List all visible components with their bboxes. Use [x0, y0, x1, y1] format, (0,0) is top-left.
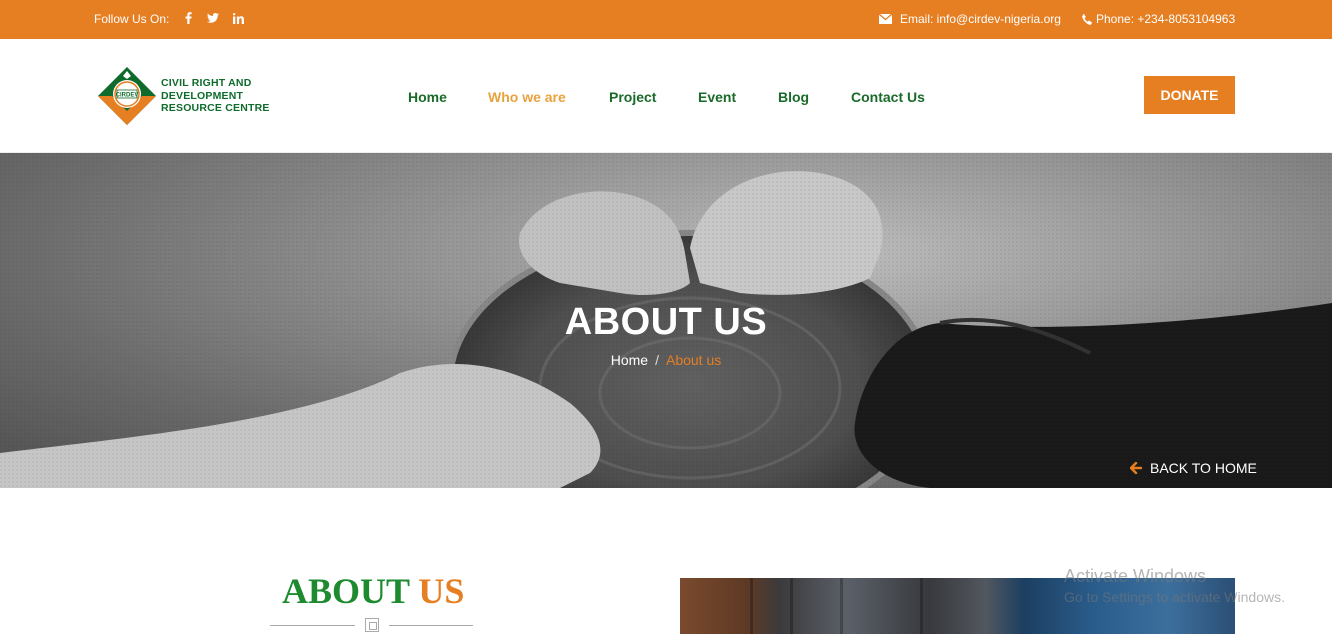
- donate-button[interactable]: DONATE: [1144, 76, 1235, 114]
- photo-detail: [750, 578, 753, 634]
- back-to-home-link[interactable]: BACK TO HOME: [1130, 460, 1257, 476]
- about-us-heading: ABOUT US: [282, 570, 464, 612]
- hero-banner: ABOUT US Home / About us BACK TO HOME: [0, 153, 1332, 488]
- back-to-home-label: BACK TO HOME: [1150, 460, 1257, 476]
- twitter-icon[interactable]: [206, 11, 219, 25]
- breadcrumb-separator: /: [655, 352, 659, 368]
- nav-who-we-are[interactable]: Who we are: [488, 89, 566, 105]
- nav-contact-us[interactable]: Contact Us: [851, 89, 925, 105]
- heading-divider: [270, 618, 473, 632]
- envelope-icon: [879, 14, 892, 24]
- logo-line-1: CIVIL RIGHT AND: [161, 77, 252, 89]
- about-heading-part2: US: [418, 571, 465, 611]
- photo-detail: [790, 578, 793, 634]
- nav-event[interactable]: Event: [698, 89, 736, 105]
- photo-detail: [920, 578, 923, 634]
- watermark-title: Activate Windows: [1064, 566, 1207, 586]
- os-activation-watermark: Activate Windows Go to Settings to activ…: [1064, 566, 1285, 605]
- follow-us-label: Follow Us On:: [94, 12, 170, 26]
- photo-detail: [840, 578, 843, 634]
- email-text: Email: info@cirdev-nigeria.org: [900, 12, 1061, 26]
- divider-line-right: [389, 625, 473, 626]
- main-nav: Home Who we are Project Event Blog Conta…: [0, 89, 1332, 105]
- phone-icon: [1082, 13, 1092, 25]
- nav-project[interactable]: Project: [609, 89, 656, 105]
- phone-text: Phone: +234-8053104963: [1096, 12, 1236, 26]
- divider-square-icon: [365, 618, 379, 632]
- nav-home[interactable]: Home: [408, 89, 447, 105]
- watermark-subtitle: Go to Settings to activate Windows.: [1064, 589, 1285, 605]
- nav-blog[interactable]: Blog: [778, 89, 809, 105]
- contact-phone[interactable]: Phone: +234-8053104963: [1082, 12, 1235, 26]
- linkedin-icon[interactable]: [232, 11, 244, 25]
- about-heading-part1: ABOUT: [282, 571, 410, 611]
- arrow-left-icon: [1130, 462, 1142, 474]
- breadcrumb-home[interactable]: Home: [611, 352, 648, 368]
- facebook-icon[interactable]: [182, 11, 194, 25]
- top-bar: Follow Us On: Email: info@cirdev-nigeria…: [0, 0, 1332, 39]
- breadcrumb-current: About us: [665, 352, 722, 368]
- page-title: ABOUT US: [564, 301, 768, 343]
- divider-line-left: [270, 625, 355, 626]
- breadcrumb: Home / About us: [0, 352, 1332, 368]
- contact-email[interactable]: Email: info@cirdev-nigeria.org: [879, 12, 1061, 26]
- site-header: CIRDEV CIVIL RIGHT AND DEVELOPMENT RESOU…: [0, 39, 1332, 153]
